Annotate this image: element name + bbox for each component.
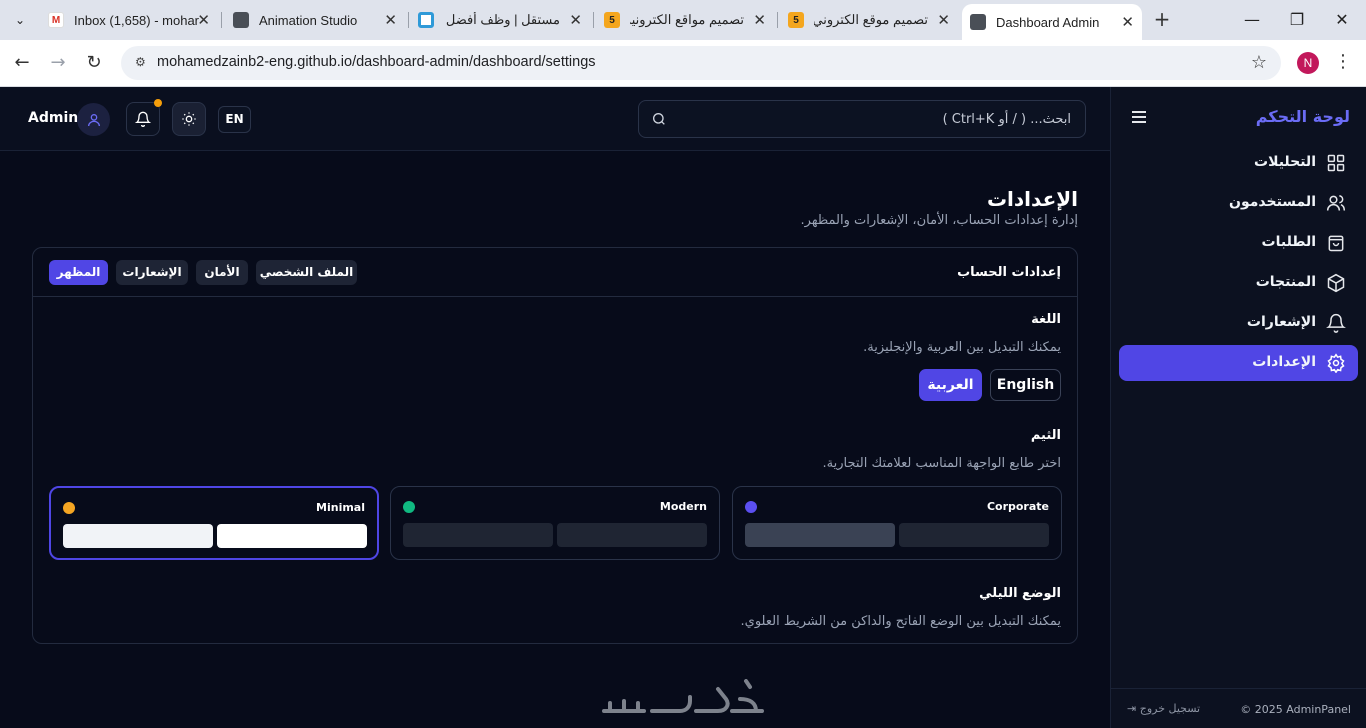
browser-address-bar: ← → ↻ ⚙ mohamedzainb2-eng.github.io/dash… bbox=[0, 40, 1366, 87]
five-icon: 5 bbox=[604, 12, 620, 28]
theme-option-corporate[interactable]: Corporate bbox=[732, 486, 1062, 560]
minimize-icon[interactable]: — bbox=[1240, 8, 1264, 32]
bookmark-star-icon[interactable]: ☆ bbox=[1251, 52, 1267, 73]
tab-profile[interactable]: الملف الشخصي bbox=[256, 260, 357, 285]
page-subtitle: إدارة إعدادات الحساب، الأمان، الإشعارات … bbox=[800, 213, 1078, 228]
browser-tab-web-design-2[interactable]: 5 تصميم موقع الكتروني ✕ bbox=[780, 6, 958, 34]
sidebar-item-orders[interactable]: الطلبات bbox=[1119, 225, 1358, 261]
globe-icon bbox=[233, 12, 249, 28]
theme-swatch bbox=[63, 524, 213, 548]
theme-color-dot bbox=[745, 501, 757, 513]
reload-icon[interactable]: ↻ bbox=[83, 52, 105, 74]
bell-icon bbox=[1326, 313, 1346, 333]
forward-arrow-icon[interactable]: → bbox=[47, 52, 69, 74]
restore-icon[interactable]: ❐ bbox=[1285, 8, 1309, 32]
language-arabic-button[interactable]: العربية bbox=[919, 369, 982, 401]
sidebar-footer: © 2025 AdminPanel تسجيل خروج ⇥ bbox=[1111, 688, 1366, 728]
menu-kebab-icon[interactable]: ⋮ bbox=[1334, 51, 1352, 72]
five-icon: 5 bbox=[788, 12, 804, 28]
browser-tab-web-design-1[interactable]: 5 تصميم مواقع الكترونيه ✕ bbox=[596, 6, 774, 34]
dark-mode-section-title: الوضع الليلي bbox=[979, 586, 1061, 601]
tab-appearance[interactable]: المظهر bbox=[49, 260, 108, 285]
notification-dot bbox=[154, 99, 162, 107]
users-icon bbox=[1326, 195, 1346, 211]
gear-icon bbox=[1327, 353, 1345, 373]
tab-security[interactable]: الأمان bbox=[196, 260, 248, 285]
close-tab-icon[interactable]: ✕ bbox=[1121, 13, 1134, 31]
theme-swatch bbox=[745, 523, 895, 547]
dark-mode-section-desc: يمكنك التبديل بين الوضع الفاتح والداكن م… bbox=[740, 614, 1061, 629]
browser-tab-gmail[interactable]: M Inbox (1,658) - mohar ✕ bbox=[40, 6, 218, 34]
app-topbar: Admin EN ابحث... ( / أو Ctrl+K ) bbox=[0, 87, 1110, 151]
new-tab-plus-icon[interactable]: + bbox=[1150, 8, 1174, 32]
close-tab-icon[interactable]: ✕ bbox=[937, 11, 950, 29]
theme-toggle-button[interactable] bbox=[172, 102, 206, 136]
user-avatar-icon[interactable] bbox=[77, 103, 110, 136]
language-section-title: اللغة bbox=[1031, 312, 1061, 327]
ring-icon bbox=[418, 12, 434, 28]
theme-swatch bbox=[899, 523, 1049, 547]
sidebar-item-notifications[interactable]: الإشعارات bbox=[1119, 305, 1358, 341]
theme-swatch bbox=[403, 523, 553, 547]
theme-swatch bbox=[557, 523, 707, 547]
main-content: الإعدادات إدارة إعدادات الحساب، الأمان، … bbox=[0, 151, 1110, 728]
close-tab-icon[interactable]: ✕ bbox=[569, 11, 582, 29]
brand-title: لوحة التحكم bbox=[1255, 107, 1350, 126]
watermark-logo bbox=[602, 679, 764, 713]
card-title: إعدادات الحساب bbox=[957, 265, 1061, 280]
sidebar-item-settings[interactable]: الإعدادات bbox=[1119, 345, 1358, 381]
url-text[interactable]: mohamedzainb2-eng.github.io/dashboard-ad… bbox=[157, 54, 596, 70]
sidebar-item-products[interactable]: المنتجات bbox=[1119, 265, 1358, 301]
theme-option-minimal[interactable]: Minimal bbox=[49, 486, 379, 560]
sidebar-item-analytics[interactable]: التحليلات bbox=[1119, 145, 1358, 181]
url-omnibox[interactable]: ⚙ mohamedzainb2-eng.github.io/dashboard-… bbox=[121, 46, 1281, 80]
sun-icon bbox=[182, 112, 196, 126]
gmail-icon: M bbox=[48, 12, 64, 28]
search-placeholder: ابحث... ( / أو Ctrl+K ) bbox=[942, 112, 1071, 127]
browser-tab-mostaql[interactable]: مستقل | وظف أفضل ا ✕ bbox=[410, 6, 590, 34]
bag-icon bbox=[1328, 235, 1344, 252]
tab-notifications[interactable]: الإشعارات bbox=[116, 260, 188, 285]
profile-avatar[interactable]: N bbox=[1297, 52, 1319, 74]
logout-link[interactable]: تسجيل خروج ⇥ bbox=[1127, 702, 1200, 715]
settings-card-header: إعدادات الحساب الملف الشخصي الأمان الإشع… bbox=[33, 248, 1077, 297]
browser-tab-animation-studio[interactable]: Animation Studio ✕ bbox=[225, 6, 405, 34]
search-input[interactable]: ابحث... ( / أو Ctrl+K ) bbox=[638, 100, 1086, 138]
settings-card: إعدادات الحساب الملف الشخصي الأمان الإشع… bbox=[32, 247, 1078, 644]
browser-tab-bar: ⌄ M Inbox (1,658) - mohar ✕ Animation St… bbox=[0, 0, 1366, 40]
theme-section-desc: اختر طابع الواجهة المناسب لعلامتك التجار… bbox=[822, 456, 1061, 471]
theme-color-dot bbox=[403, 501, 415, 513]
close-tab-icon[interactable]: ✕ bbox=[197, 11, 210, 29]
site-info-icon[interactable]: ⚙ bbox=[135, 55, 151, 71]
sidebar: لوحة التحكم التحليلات المستخدمون الطلبات… bbox=[1110, 87, 1366, 728]
copyright-text: © 2025 AdminPanel bbox=[1240, 703, 1351, 716]
language-english-button[interactable]: English bbox=[990, 369, 1061, 401]
close-tab-icon[interactable]: ✕ bbox=[753, 11, 766, 29]
notifications-button[interactable] bbox=[126, 99, 162, 136]
hamburger-menu-icon[interactable] bbox=[1131, 109, 1147, 128]
admin-name: Admin bbox=[28, 110, 79, 126]
theme-color-dot bbox=[63, 502, 75, 514]
tab-search-chevron-icon[interactable]: ⌄ bbox=[8, 8, 32, 32]
box-icon bbox=[1327, 273, 1345, 293]
theme-option-modern[interactable]: Modern bbox=[390, 486, 720, 560]
globe-icon bbox=[970, 14, 986, 30]
grid-icon bbox=[1327, 154, 1345, 172]
dashboard-app: Admin EN ابحث... ( / أو Ctrl+K ) لوحة ال… bbox=[0, 87, 1366, 728]
sidebar-item-users[interactable]: المستخدمون bbox=[1119, 185, 1358, 221]
bell-icon bbox=[135, 111, 151, 127]
theme-section-title: الثيم bbox=[1030, 428, 1061, 443]
theme-swatch bbox=[217, 524, 367, 548]
language-section-desc: يمكنك التبديل بين العربية والإنجليزية. bbox=[863, 340, 1061, 355]
page-title: الإعدادات bbox=[986, 187, 1078, 211]
search-icon bbox=[653, 113, 665, 125]
logout-icon: ⇥ bbox=[1127, 702, 1137, 715]
close-window-icon[interactable]: ✕ bbox=[1330, 8, 1354, 32]
browser-tab-dashboard-admin[interactable]: Dashboard Admin ✕ bbox=[962, 4, 1142, 40]
close-tab-icon[interactable]: ✕ bbox=[384, 11, 397, 29]
back-arrow-icon[interactable]: ← bbox=[11, 52, 33, 74]
language-toggle-button[interactable]: EN bbox=[218, 106, 251, 133]
